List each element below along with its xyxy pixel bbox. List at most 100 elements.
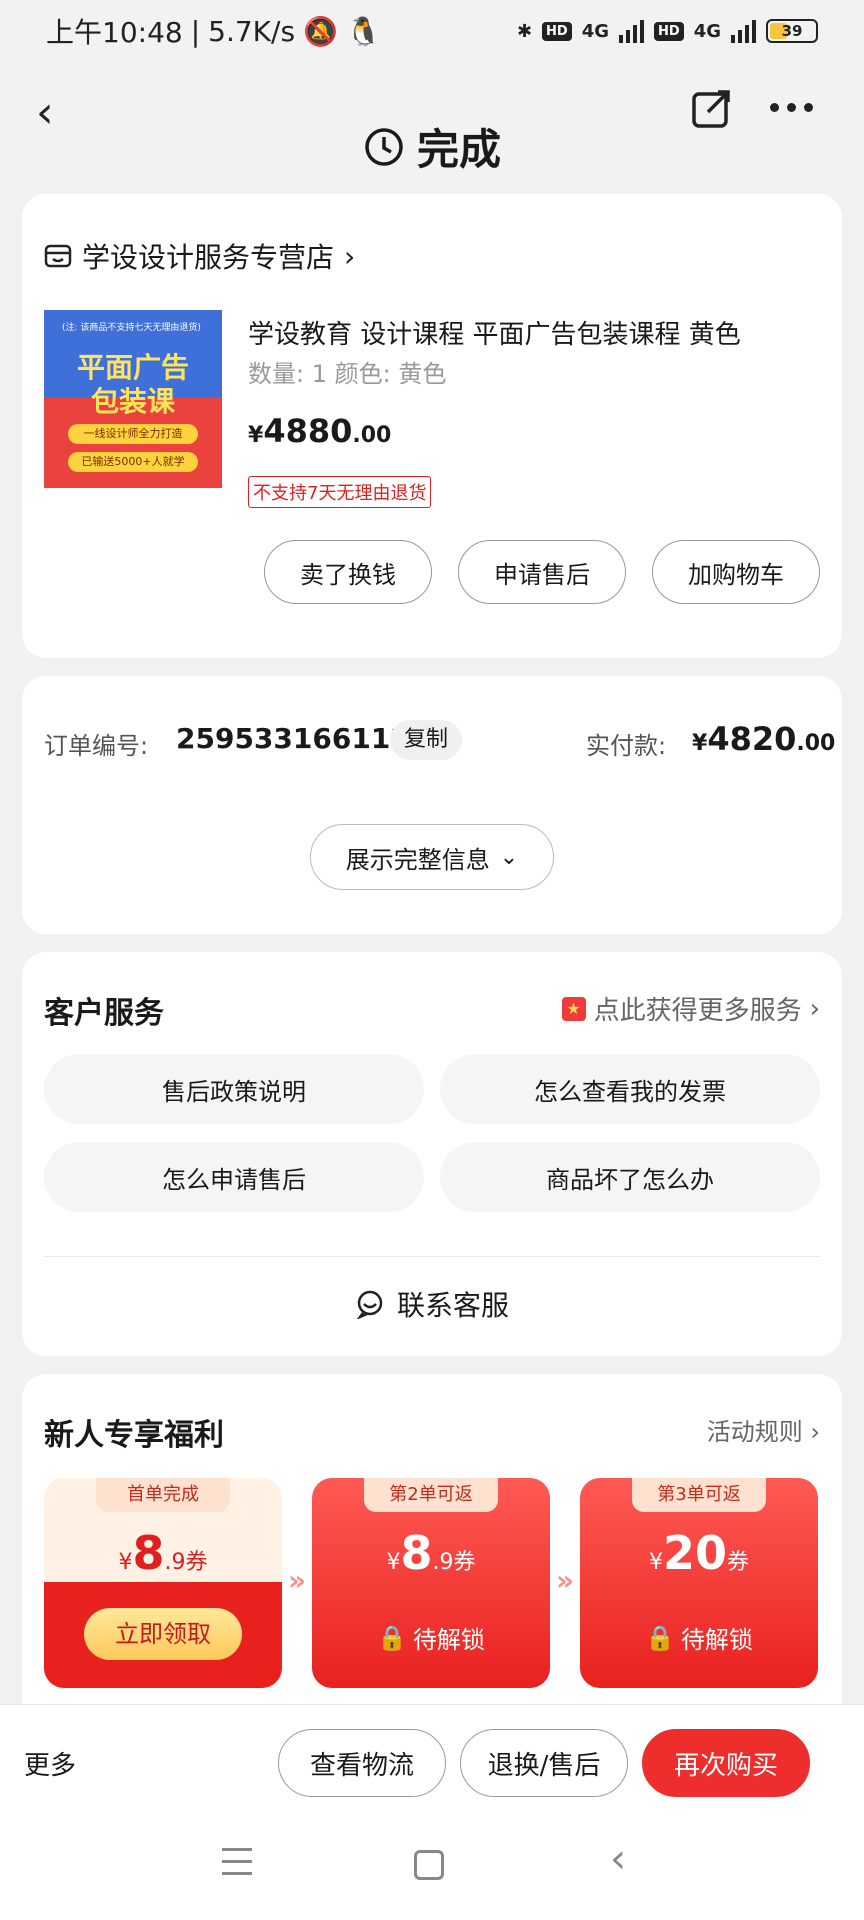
star-badge-icon: ★ <box>561 996 586 1021</box>
chevron-down-icon: ⌄ <box>499 844 519 870</box>
coupon-first-order[interactable]: 首单完成 ¥8.9券 立即领取 <box>44 1478 282 1688</box>
faq-broken-item[interactable]: 商品坏了怎么办 <box>440 1142 820 1212</box>
paid-decimal: .00 <box>796 731 836 756</box>
mute-bell-icon: 🔕 <box>303 14 338 48</box>
price-currency: ¥ <box>248 423 264 448</box>
menu-icon[interactable] <box>222 1848 252 1884</box>
network-type-2: 4G <box>693 20 721 42</box>
order-number: 259533166112 <box>176 722 410 755</box>
paid-integer: 4820 <box>707 720 797 758</box>
coupon-dec: .9券 <box>164 1550 208 1575</box>
locked-status: 🔒 待解锁 <box>580 1620 818 1655</box>
benefits-title: 新人专享福利 <box>44 1418 224 1453</box>
coupon-amount: ¥8.9券 <box>44 1526 282 1580</box>
service-title: 客户服务 <box>44 996 164 1031</box>
paid-amount: ¥4820.00 <box>692 720 835 758</box>
coupon-currency: ¥ <box>118 1550 133 1575</box>
status-bar: 上午10:48 | 5.7K/s 🔕 🐧 ✱ HD 4G HD 4G 39 <box>0 0 864 62</box>
title-text: 完成 <box>416 125 501 174</box>
order-number-label: 订单编号: <box>44 732 149 760</box>
faq-view-invoice[interactable]: 怎么查看我的发票 <box>440 1054 820 1124</box>
locked-label: 待解锁 <box>680 1626 753 1654</box>
qq-icon: 🐧 <box>345 14 381 48</box>
lock-icon: 🔒 <box>645 1623 675 1652</box>
locked-status: 🔒 待解锁 <box>312 1620 550 1655</box>
back-nav-icon[interactable]: ‹ <box>610 1836 626 1882</box>
coupon-tab: 首单完成 <box>96 1478 230 1512</box>
order-info-card: 订单编号: 259533166112 复制 实付款: ¥4820.00 展示完整… <box>22 676 842 934</box>
price-integer: 4880 <box>263 412 353 450</box>
coupon-tab: 第3单可返 <box>632 1478 766 1512</box>
product-price: ¥4880.00 <box>248 412 391 450</box>
return-after-sale-button[interactable]: 退换/售后 <box>460 1729 628 1797</box>
chevron-right-icon: › <box>809 993 820 1024</box>
store-icon <box>44 244 72 268</box>
network-type: 4G <box>581 20 610 42</box>
add-to-cart-button[interactable]: 加购物车 <box>652 540 820 604</box>
divider <box>44 1256 820 1257</box>
hd-badge: HD <box>542 21 572 41</box>
store-name: 学设设计服务专营店 <box>82 241 335 274</box>
more-button[interactable]: 更多 <box>24 1745 76 1782</box>
status-time: 上午10:48 <box>46 16 183 49</box>
thumb-badge1: 一线设计师全力打造 <box>68 424 198 444</box>
rules-label: 活动规则 <box>706 1418 803 1446</box>
check-circle-icon <box>365 127 403 166</box>
status-speed: 5.7K/s <box>208 14 296 48</box>
coupon-amount: ¥8.9券 <box>312 1526 550 1580</box>
product-card: 学设设计服务专营店 › (注: 该商品不支持七天无理由退货) 平面广告 包装课 … <box>22 194 842 658</box>
contact-label: 联系客服 <box>396 1289 509 1322</box>
page-title: 完成 <box>0 116 864 177</box>
store-link[interactable]: 学设设计服务专营店 › <box>44 236 355 276</box>
battery-level: 39 <box>781 22 803 40</box>
claim-now-button[interactable]: 立即领取 <box>84 1608 242 1660</box>
lock-icon: 🔒 <box>377 1623 407 1652</box>
status-separator: | <box>190 14 201 48</box>
paid-label: 实付款: <box>586 732 667 760</box>
customer-service-card: 客户服务 ★ 点此获得更多服务 › 售后政策说明 怎么查看我的发票 怎么申请售后… <box>22 952 842 1356</box>
apply-after-sale-button[interactable]: 申请售后 <box>458 540 626 604</box>
contact-service-button[interactable]: 联系客服 <box>22 1284 842 1324</box>
coupon-int: 8 <box>132 1526 165 1580</box>
view-logistics-button[interactable]: 查看物流 <box>278 1729 446 1797</box>
more-services-label: 点此获得更多服务 <box>593 996 802 1026</box>
expand-info-button[interactable]: 展示完整信息 ⌄ <box>310 824 554 890</box>
system-nav-bar: ‹ <box>0 1816 864 1920</box>
faq-return-policy[interactable]: 售后政策说明 <box>44 1054 424 1124</box>
faq-apply-after-sale[interactable]: 怎么申请售后 <box>44 1142 424 1212</box>
bottom-action-bar: 更多 查看物流 退换/售后 再次购买 <box>0 1704 864 1816</box>
paid-currency: ¥ <box>692 731 708 756</box>
coupon-currency: ¥ <box>386 1550 401 1575</box>
product-thumbnail[interactable]: (注: 该商品不支持七天无理由退货) 平面广告 包装课 一线设计师全力打造 已输… <box>44 310 222 488</box>
coupon-third-order[interactable]: 第3单可返 ¥20券 🔒 待解锁 <box>580 1478 818 1688</box>
bluetooth-icon: ✱ <box>516 20 533 42</box>
more-services-link[interactable]: ★ 点此获得更多服务 › <box>561 990 820 1027</box>
coupon-dec: 券 <box>727 1550 750 1575</box>
thumb-line2: 包装课 <box>90 385 175 418</box>
new-user-benefits-card: 新人专享福利 活动规则 › 首单完成 ¥8.9券 立即领取 » 第2单可返 ¥8… <box>22 1374 842 1704</box>
coupon-currency: ¥ <box>648 1550 663 1575</box>
locked-label: 待解锁 <box>412 1626 485 1654</box>
coupon-amount: ¥20券 <box>580 1526 818 1580</box>
chevron-right-icon: › <box>810 1418 820 1446</box>
coupon-tab: 第2单可返 <box>364 1478 498 1512</box>
product-attributes: 数量: 1 颜色: 黄色 <box>248 360 447 388</box>
home-icon[interactable] <box>414 1850 444 1880</box>
buy-again-button[interactable]: 再次购买 <box>642 1729 810 1797</box>
battery-icon: 39 <box>766 19 818 43</box>
double-chevron-icon: » <box>556 1564 575 1597</box>
coupon-int: 8 <box>400 1526 433 1580</box>
thumb-note: (注: 该商品不支持七天无理由退货) <box>62 323 201 333</box>
page-header: ‹ 完成 <box>0 70 864 190</box>
activity-rules-link[interactable]: 活动规则 › <box>707 1412 820 1447</box>
thumb-badge2: 已输送5000+人就学 <box>68 452 198 472</box>
return-policy-tag: 不支持7天无理由退货 <box>248 476 432 508</box>
coupon-second-order[interactable]: 第2单可返 ¥8.9券 🔒 待解锁 <box>312 1478 550 1688</box>
chevron-right-icon: › <box>344 239 356 273</box>
product-name[interactable]: 学设教育 设计课程 平面广告包装课程 黄色 <box>248 314 741 351</box>
customer-service-icon <box>356 1290 383 1319</box>
sell-button[interactable]: 卖了换钱 <box>264 540 432 604</box>
expand-label: 展示完整信息 <box>345 845 490 874</box>
signal-icon <box>619 19 645 43</box>
copy-button[interactable]: 复制 <box>390 720 463 760</box>
